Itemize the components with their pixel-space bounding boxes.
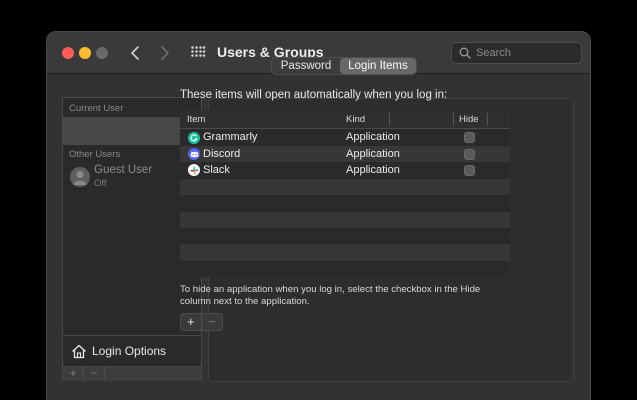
house-icon — [72, 344, 86, 358]
minimize-button[interactable] — [79, 47, 91, 59]
empty-row — [180, 244, 510, 261]
search-field[interactable] — [451, 42, 582, 64]
login-items-table: Item Kind Hide Grammarly Application Dis… — [180, 110, 510, 277]
tab-login-items[interactable]: Login Items — [340, 58, 416, 74]
tab-control: Password Login Items — [271, 57, 417, 75]
login-options-button[interactable]: Login Options — [63, 335, 201, 366]
table-header: Item Kind Hide — [180, 110, 510, 129]
column-divider — [389, 113, 390, 126]
hide-hint-text: To hide an application when you log in, … — [180, 284, 481, 307]
add-user-button[interactable]: + — [63, 367, 84, 381]
app-name: Discord — [203, 147, 241, 160]
guest-user-status: Off — [94, 178, 107, 189]
empty-row — [180, 211, 510, 228]
chevron-left-icon — [131, 46, 139, 60]
forward-button[interactable] — [157, 43, 173, 63]
app-name: Grammarly — [203, 131, 258, 144]
column-divider — [453, 113, 454, 126]
table-row[interactable]: Discord Application — [180, 146, 510, 163]
users-list-footer: + − — [63, 366, 201, 381]
login-items-add-remove: + − — [180, 313, 223, 331]
person-icon — [73, 170, 87, 185]
login-options-label: Login Options — [92, 344, 167, 358]
column-header-hide[interactable]: Hide — [459, 114, 479, 125]
close-button[interactable] — [62, 47, 74, 59]
other-users-label: Other Users — [69, 149, 121, 160]
discord-icon — [188, 148, 200, 160]
back-button[interactable] — [127, 43, 143, 63]
grid-icon — [191, 46, 206, 57]
tab-password[interactable]: Password — [272, 58, 340, 74]
empty-row — [180, 261, 510, 277]
hide-checkbox[interactable] — [464, 132, 475, 144]
hide-checkbox[interactable] — [464, 148, 475, 160]
add-login-item-button[interactable]: + — [181, 314, 202, 330]
app-kind: Application — [346, 163, 400, 176]
grammarly-icon — [188, 131, 200, 144]
remove-login-item-button[interactable]: − — [202, 314, 222, 330]
chevron-right-icon — [161, 46, 169, 60]
empty-row — [180, 195, 510, 211]
guest-user-name[interactable]: Guest User — [94, 164, 152, 176]
empty-row — [180, 178, 510, 196]
search-icon — [459, 47, 471, 59]
empty-row — [180, 228, 510, 244]
login-items-intro: These items will open automatically when… — [180, 89, 448, 101]
table-row[interactable]: Slack Application — [180, 162, 510, 178]
app-name: Slack — [203, 163, 230, 176]
app-kind: Application — [346, 147, 400, 160]
hide-checkbox[interactable] — [464, 164, 475, 176]
guest-user-avatar[interactable] — [70, 167, 90, 187]
remove-user-button[interactable]: − — [84, 367, 105, 381]
search-input[interactable] — [476, 45, 576, 61]
column-header-item[interactable]: Item — [187, 114, 205, 125]
column-header-kind[interactable]: Kind — [346, 114, 365, 125]
column-divider — [487, 113, 488, 126]
slack-icon — [188, 164, 200, 177]
zoom-button[interactable] — [96, 47, 108, 59]
table-row[interactable]: Grammarly Application — [180, 130, 510, 146]
show-all-button[interactable] — [190, 45, 206, 61]
current-user-label: Current User — [69, 103, 124, 114]
app-kind: Application — [346, 131, 400, 144]
